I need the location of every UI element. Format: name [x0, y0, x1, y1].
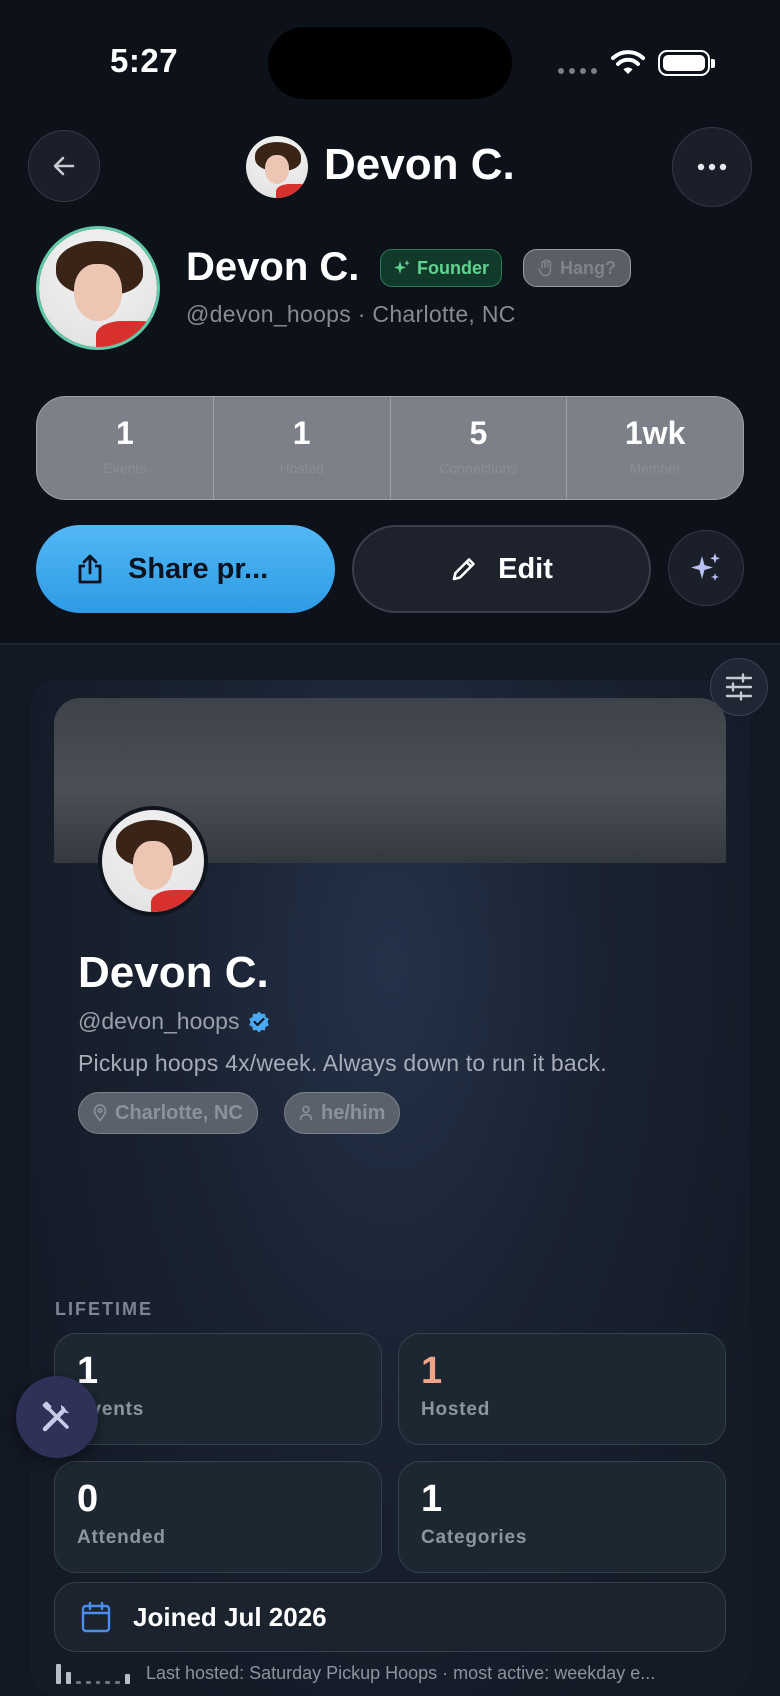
back-button[interactable] [28, 130, 100, 202]
activity-summary-row: Last hosted: Saturday Pickup Hoops · mos… [56, 1658, 655, 1688]
stat-member[interactable]: 1wk Member [567, 397, 743, 499]
verified-badge-icon [249, 1011, 270, 1032]
lifetime-tile-events[interactable]: 1 Events [54, 1333, 382, 1445]
tile-label: Attended [77, 1527, 166, 1548]
lifetime-section-label: LIFETIME [55, 1299, 153, 1319]
activity-summary-text: Last hosted: Saturday Pickup Hoops · mos… [146, 1662, 656, 1683]
stat-label: Hosted [279, 460, 324, 476]
tools-icon [42, 1401, 69, 1432]
stat-value: 1 [115, 415, 134, 451]
stat-connections[interactable]: 5 Connections [391, 397, 568, 499]
tile-label: Events [77, 1399, 145, 1420]
lifetime-tile-hosted[interactable]: 1 Hosted [398, 1333, 726, 1445]
location-chip-label: Charlotte, NC [115, 1101, 243, 1124]
stat-value: 1wk [624, 415, 686, 451]
ai-sparkle-button[interactable] [668, 530, 744, 606]
tile-value: 0 [77, 1478, 99, 1520]
stats-bar: 1 Events 1 Hosted 5 Connections 1wk Memb… [36, 396, 744, 500]
sparkles-icon [691, 553, 720, 581]
calendar-icon [81, 1601, 111, 1633]
signal-icon [558, 68, 597, 74]
joined-date-row: Joined Jul 2026 [54, 1582, 726, 1652]
arrow-left-icon [53, 156, 75, 176]
stat-hosted[interactable]: 1 Hosted [214, 397, 391, 499]
share-profile-button[interactable]: Share pr... [36, 525, 335, 613]
tile-value: 1 [421, 1478, 443, 1520]
ellipsis-icon [697, 163, 727, 171]
hang-badge[interactable]: Hang? [523, 249, 631, 287]
location-pin-icon [93, 1104, 107, 1122]
tile-label: Categories [421, 1527, 528, 1548]
tile-label: Hosted [421, 1399, 491, 1420]
profile-subtitle: @devon_hoops · Charlotte, NC [186, 301, 516, 327]
stat-label: Events [103, 460, 147, 476]
pencil-icon [452, 558, 475, 581]
stat-label: Member [629, 460, 681, 476]
dynamic-island [268, 27, 512, 99]
location-chip: Charlotte, NC [78, 1092, 258, 1134]
edit-button-label: Edit [498, 552, 553, 585]
activity-sparkline-icon [56, 1662, 130, 1684]
person-icon [299, 1105, 313, 1121]
hand-icon [538, 259, 552, 277]
joined-date-label: Joined Jul 2026 [133, 1601, 327, 1632]
pronouns-chip: he/him [284, 1092, 401, 1134]
founder-badge-label: Founder [417, 257, 489, 278]
share-icon [78, 554, 102, 584]
card-name: Devon C. [78, 948, 269, 997]
hang-badge-label: Hang? [560, 257, 616, 278]
lifetime-tile-categories[interactable]: 1 Categories [398, 1461, 726, 1573]
card-handle: @devon_hoops [78, 1008, 240, 1034]
profile-avatar[interactable] [36, 226, 160, 350]
edit-profile-button[interactable]: Edit [352, 525, 651, 613]
card-handle-row: @devon_hoops [78, 1008, 271, 1035]
tile-value: 1 [77, 1350, 99, 1392]
stat-events[interactable]: 1 Events [37, 397, 214, 499]
founder-badge: Founder [380, 249, 502, 287]
dev-tools-fab[interactable] [16, 1376, 98, 1458]
stat-value: 5 [469, 415, 488, 451]
header-avatar [246, 136, 308, 198]
stat-value: 1 [292, 415, 311, 451]
share-button-label: Share pr... [128, 552, 269, 585]
profile-name: Devon C. [186, 245, 360, 289]
header-title: Devon C. [324, 140, 515, 189]
status-time: 5:27 [110, 42, 179, 79]
battery-icon [658, 50, 715, 76]
status-bar: 5:27 [0, 0, 780, 120]
stat-label: Connections [439, 460, 518, 476]
sparkle-icon [394, 260, 410, 274]
tile-value: 1 [421, 1350, 443, 1392]
card-bio: Pickup hoops 4x/week. Always down to run… [78, 1050, 607, 1076]
more-options-button[interactable] [672, 127, 752, 207]
wifi-icon [611, 50, 645, 74]
sliders-icon [725, 673, 753, 701]
card-avatar [98, 806, 208, 916]
pronouns-chip-label: he/him [321, 1101, 386, 1124]
lifetime-tile-attended[interactable]: 0 Attended [54, 1461, 382, 1573]
